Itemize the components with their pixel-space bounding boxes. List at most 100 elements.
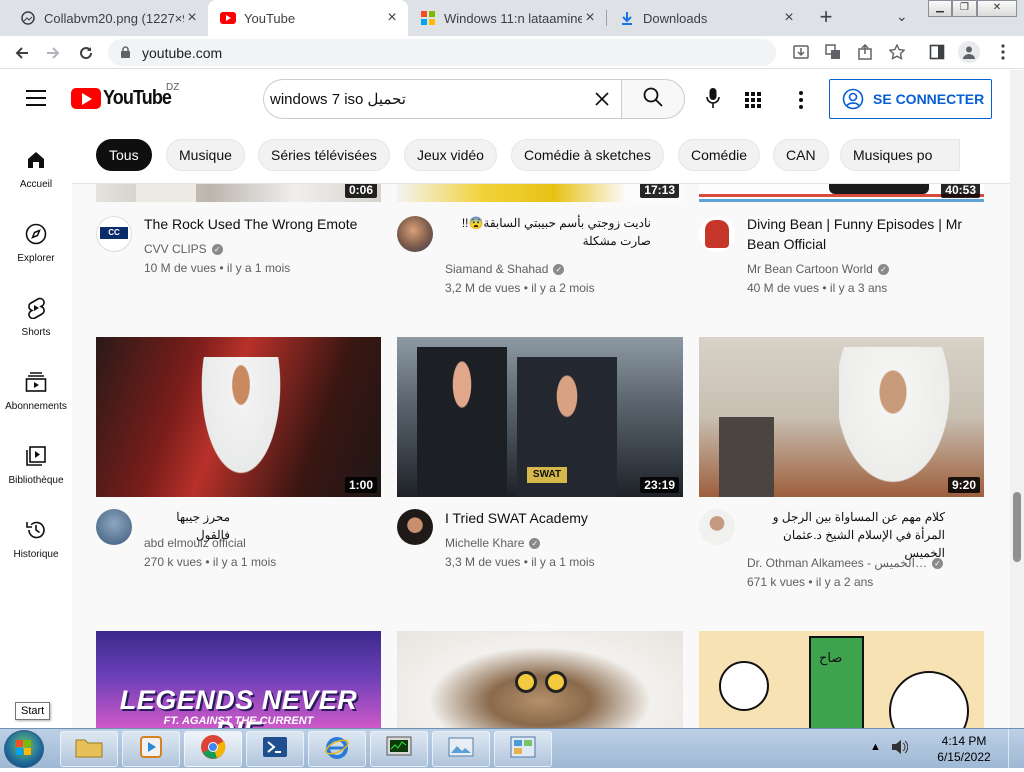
show-hidden-icons-icon[interactable]: ▲	[870, 741, 881, 753]
apps-grid-icon[interactable]	[741, 90, 765, 110]
folder-icon	[75, 736, 103, 763]
taskbar-photo-viewer[interactable]	[432, 731, 490, 767]
video-title[interactable]: I Tried SWAT Academy	[445, 508, 685, 528]
video-thumbnail[interactable]: 40:53	[699, 184, 984, 202]
close-tab-icon[interactable]: ×	[582, 9, 598, 27]
reload-button[interactable]	[75, 42, 97, 64]
taskbar-internet-explorer[interactable]	[308, 731, 366, 767]
video-thumbnail[interactable]: 9:20	[699, 337, 984, 497]
close-tab-icon[interactable]: ×	[781, 9, 797, 27]
video-thumbnail[interactable]: LEGENDS NEVER DIE FT. AGAINST THE CURREN…	[96, 631, 381, 728]
channel-name[interactable]: CVV CLIPS ✓	[144, 242, 223, 256]
channel-avatar[interactable]	[699, 216, 735, 252]
tab-downloads[interactable]: Downloads ×	[607, 0, 805, 36]
start-orb-button[interactable]	[4, 730, 44, 768]
channel-name[interactable]: Mr Bean Cartoon World ✓	[747, 262, 889, 276]
cvv-logo-icon: CC	[100, 227, 128, 239]
video-thumbnail[interactable]: 0:06	[96, 184, 381, 202]
address-bar[interactable]: youtube.com	[108, 39, 776, 66]
back-button[interactable]	[11, 42, 33, 64]
share-icon[interactable]	[856, 43, 874, 61]
sidebar-item-subscriptions[interactable]: Abonnements	[0, 370, 72, 412]
sidebar-item-library[interactable]: Bibliothèque	[0, 444, 72, 486]
chip-can[interactable]: CAN	[773, 139, 829, 171]
taskbar-task-manager[interactable]	[370, 731, 428, 767]
close-tab-icon[interactable]: ×	[384, 9, 400, 27]
install-app-icon[interactable]	[792, 43, 810, 61]
channel-name-text: Dr. Othman Alkamees - عثمان الخميس	[747, 556, 927, 570]
close-tab-icon[interactable]: ×	[184, 9, 200, 27]
sidebar-item-explore[interactable]: Explorer	[0, 222, 72, 264]
chip-comedy[interactable]: Comédie	[678, 139, 761, 171]
channel-name-text: Mr Bean Cartoon World	[747, 262, 873, 276]
video-thumbnail[interactable]: SWAT 23:19	[397, 337, 683, 497]
minimize-window-button[interactable]: ▁	[928, 0, 952, 17]
chip-music-pop[interactable]: Musiques po	[840, 139, 960, 171]
clear-search-icon[interactable]	[592, 89, 612, 114]
sidebar-item-shorts[interactable]: Shorts	[0, 296, 72, 338]
new-tab-button[interactable]: +	[814, 6, 838, 30]
view-count: 671 k vues	[747, 575, 806, 589]
channel-name[interactable]: Michelle Khare ✓	[445, 536, 541, 550]
tab-collabvm[interactable]: Collabvm20.png (1227×9 ×	[8, 0, 208, 36]
settings-more-icon[interactable]	[789, 90, 813, 110]
chip-sketch-comedy[interactable]: Comédie à sketches	[511, 139, 664, 171]
taskbar-explorer[interactable]	[60, 731, 118, 767]
chip-tv-series[interactable]: Séries télévisées	[258, 139, 390, 171]
sidebar-item-home[interactable]: Accueil	[0, 148, 72, 190]
channel-avatar[interactable]	[96, 509, 132, 545]
video-title[interactable]: كلام مهم عن المساواة بين الرجل و المرأة …	[747, 508, 945, 562]
maximize-window-button[interactable]: ❐	[952, 0, 977, 17]
translate-icon[interactable]	[824, 43, 842, 61]
profile-avatar-icon[interactable]	[958, 41, 980, 63]
bookmark-star-icon[interactable]	[888, 43, 906, 61]
guide-menu-icon[interactable]	[26, 90, 46, 106]
video-thumbnail[interactable]: صاح	[699, 631, 984, 728]
sign-in-button[interactable]: SE CONNECTER	[829, 79, 992, 119]
video-title[interactable]: ناديت زوجتي بأسم حبيبتي السابقة😨!! صارت …	[445, 214, 651, 250]
channel-name[interactable]: abd elmouiz official	[144, 536, 246, 550]
tab-search-chevron-icon[interactable]: ⌄	[896, 8, 908, 25]
channel-name[interactable]: Siamand & Shahad ✓	[445, 262, 565, 276]
channel-avatar[interactable]: CC	[96, 216, 132, 252]
sign-in-label: SE CONNECTER	[873, 91, 985, 107]
channel-avatar[interactable]	[397, 509, 433, 545]
chip-video-games[interactable]: Jeux vidéo	[404, 139, 497, 171]
tab-windows11[interactable]: Windows 11:n lataaminen ×	[408, 0, 606, 36]
compass-icon	[0, 222, 72, 246]
voice-search-mic-icon[interactable]	[701, 88, 725, 108]
tab-youtube[interactable]: YouTube ×	[208, 0, 408, 36]
channel-avatar[interactable]	[397, 216, 433, 252]
forward-button[interactable]	[42, 42, 64, 64]
chip-all[interactable]: Tous	[96, 139, 152, 171]
taskbar-powershell[interactable]	[246, 731, 304, 767]
side-panel-icon[interactable]	[928, 43, 946, 61]
video-thumbnail[interactable]: 1:00	[96, 337, 381, 497]
tab-title: Collabvm20.png (1227×9	[44, 10, 184, 26]
taskbar-chrome[interactable]	[184, 731, 242, 767]
page-scrollbar[interactable]	[1010, 70, 1024, 728]
control-panel-icon	[510, 736, 536, 763]
close-window-button[interactable]: ✕	[977, 0, 1017, 17]
browser-menu-icon[interactable]	[994, 43, 1012, 61]
taskbar-media-player[interactable]	[122, 731, 180, 767]
channel-avatar[interactable]	[699, 509, 735, 545]
microsoft-logo-icon	[420, 10, 436, 26]
search-button[interactable]	[621, 79, 685, 119]
volume-icon[interactable]	[890, 739, 909, 758]
search-input[interactable]: windows 7 iso تحميل	[263, 79, 622, 119]
video-thumbnail[interactable]	[397, 631, 683, 728]
show-desktop-button[interactable]	[1008, 729, 1024, 769]
video-title[interactable]: Diving Bean | Funny Episodes | Mr Bean O…	[747, 214, 987, 254]
scrollbar-thumb[interactable]	[1013, 492, 1021, 562]
upload-age: il y a 1 mois	[531, 555, 595, 569]
youtube-logo[interactable]: YouTube DZ	[71, 82, 179, 110]
system-clock[interactable]: 4:14 PM 6/15/2022	[930, 733, 998, 765]
taskbar-control-panel[interactable]	[494, 731, 552, 767]
channel-name[interactable]: Dr. Othman Alkamees - عثمان الخميس ✓	[747, 556, 957, 570]
chip-music[interactable]: Musique	[166, 139, 245, 171]
video-title[interactable]: The Rock Used The Wrong Emote	[144, 214, 384, 234]
upload-age: il y a 2 mois	[531, 281, 595, 295]
sidebar-item-history[interactable]: Historique	[0, 518, 72, 560]
video-thumbnail[interactable]: 17:13	[397, 184, 683, 202]
